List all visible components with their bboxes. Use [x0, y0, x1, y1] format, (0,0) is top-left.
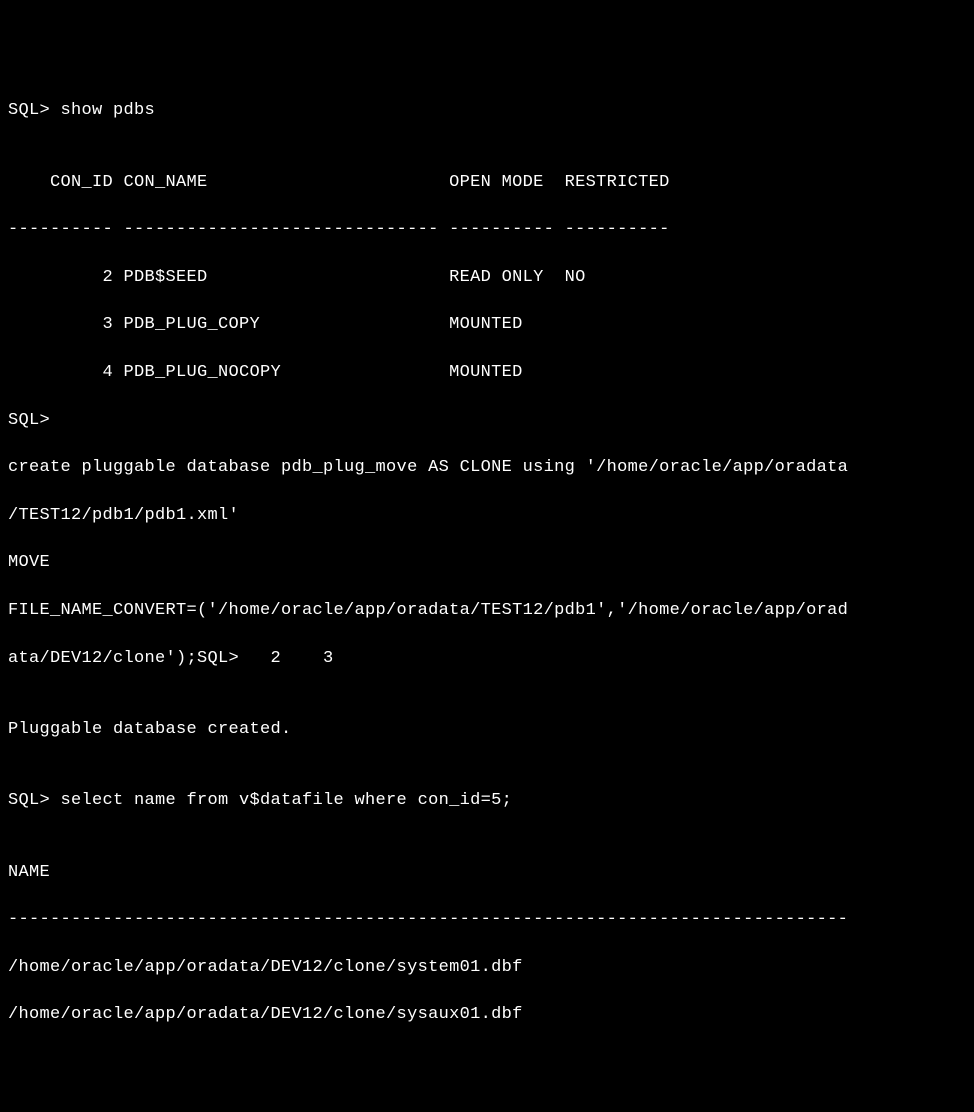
sql-prompt: SQL>	[8, 409, 966, 433]
table-row: 3 PDB_PLUG_COPY MOUNTED	[8, 313, 966, 337]
success-message: Pluggable database created.	[8, 718, 966, 742]
table-row: 2 PDB$SEED READ ONLY NO	[8, 266, 966, 290]
result-row: /home/oracle/app/oradata/DEV12/clone/sys…	[8, 1003, 966, 1027]
table-row: 4 PDB_PLUG_NOCOPY MOUNTED	[8, 361, 966, 385]
file-name-convert-cont: ata/DEV12/clone');SQL> 2 3	[8, 647, 966, 671]
file-name-convert: FILE_NAME_CONVERT=('/home/oracle/app/ora…	[8, 599, 966, 623]
create-statement-cont: /TEST12/pdb1/pdb1.xml'	[8, 504, 966, 528]
table-separator: ---------- -----------------------------…	[8, 218, 966, 242]
column-separator: ----------------------------------------…	[8, 908, 966, 932]
move-clause: MOVE	[8, 551, 966, 575]
result-row: /home/oracle/app/oradata/DEV12/clone/sys…	[8, 956, 966, 980]
create-statement: create pluggable database pdb_plug_move …	[8, 456, 966, 480]
table-header: CON_ID CON_NAME OPEN MODE RESTRICTED	[8, 171, 966, 195]
column-header: NAME	[8, 861, 966, 885]
select-statement: SQL> select name from v$datafile where c…	[8, 789, 966, 813]
prompt-show-pdbs: SQL> show pdbs	[8, 99, 966, 123]
